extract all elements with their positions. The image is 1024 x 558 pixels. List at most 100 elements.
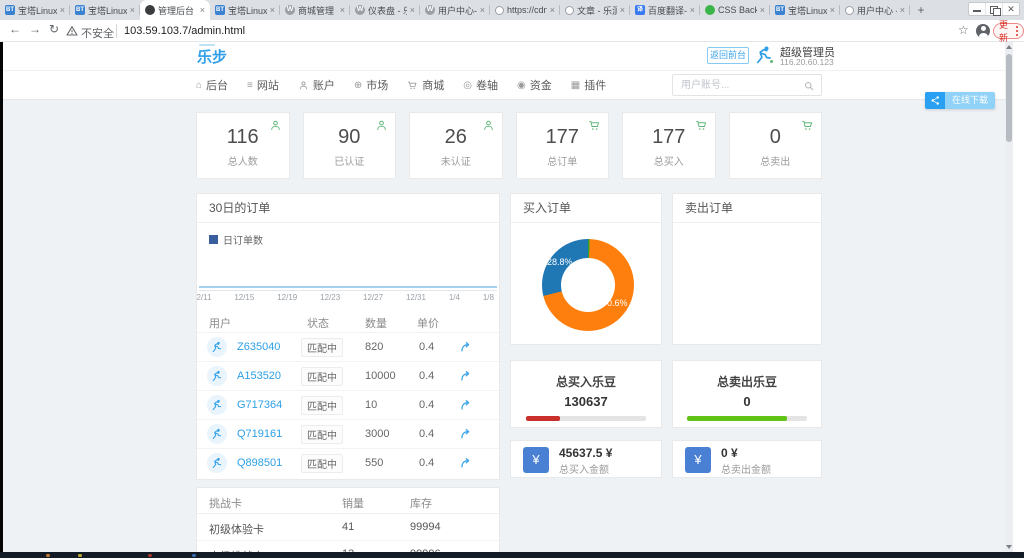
close-window-button[interactable]: ✕ <box>1003 3 1019 15</box>
tab-close-icon[interactable]: × <box>480 5 485 15</box>
nav-label: 市场 <box>366 80 389 92</box>
scrollbar-thumb[interactable] <box>1006 54 1012 142</box>
table-row[interactable]: Q898501 匹配中 550 0.4 <box>197 448 499 477</box>
site-header: 乐步 返回前台 超级管理员 116.20.60.123 <box>0 42 1013 70</box>
tab-close-icon[interactable]: × <box>690 5 695 15</box>
new-tab-button[interactable]: + <box>910 0 932 20</box>
minimize-button[interactable] <box>969 3 986 15</box>
user-icon <box>298 80 309 91</box>
wordpress-icon: W <box>285 5 295 15</box>
sell-amount-value: 0 ¥ <box>721 446 738 460</box>
tab-title: 宝塔Linux面 <box>788 5 827 16</box>
nav-item-market[interactable]: ⊕ 市场 <box>354 77 388 93</box>
nav-item-dashboard[interactable]: ⌂ 后台 <box>196 77 228 93</box>
table-row[interactable]: 初级体验卡 41 99994 <box>197 514 499 541</box>
table-row[interactable]: G717364 匹配中 10 0.4 <box>197 390 499 419</box>
update-label: 更新 <box>999 20 1009 43</box>
buy-orders-donut <box>542 239 634 331</box>
taskbar-icon <box>78 554 82 557</box>
bookmark-star-icon[interactable]: ☆ <box>958 23 969 37</box>
user-link[interactable]: G717364 <box>237 399 282 411</box>
tab-close-icon[interactable]: × <box>620 5 625 15</box>
browser-tab[interactable]: BT宝塔Linux面× <box>70 0 140 20</box>
sell-beans-title: 总卖出乐豆 <box>716 375 777 389</box>
user-link[interactable]: Q719161 <box>237 428 282 440</box>
table-row[interactable]: Q719161 匹配中 3000 0.4 <box>197 419 499 448</box>
nav-label: 网站 <box>256 80 279 92</box>
user-link[interactable]: Z635040 <box>237 341 280 353</box>
price-cell: 0.4 <box>419 457 435 469</box>
jump-arrow-icon[interactable] <box>459 398 473 412</box>
tab-close-icon[interactable]: × <box>200 5 205 15</box>
tab-close-icon[interactable]: × <box>270 5 275 15</box>
back-to-front-button[interactable]: 返回前台 <box>707 47 749 64</box>
download-float-button[interactable]: 在线下载 <box>925 92 996 109</box>
browser-tab[interactable]: BT宝塔Linux面× <box>210 0 280 20</box>
x-tick: 12/19 <box>277 293 298 302</box>
nav-item-website[interactable]: ≡ 网站 <box>247 77 279 93</box>
jump-arrow-icon[interactable] <box>459 427 473 441</box>
chart-legend[interactable]: 日订单数 <box>209 232 263 247</box>
buy-beans-card: 总买入乐豆 130637 <box>510 360 662 428</box>
restore-button[interactable] <box>986 3 1003 16</box>
browser-tab[interactable]: W用户中心-乐× <box>420 0 490 20</box>
jump-arrow-icon[interactable] <box>459 369 473 383</box>
browser-tab[interactable]: 用户中心 - 乐× <box>840 0 910 20</box>
browser-tab[interactable]: 译百度翻译-20× <box>630 0 700 20</box>
jump-arrow-icon[interactable] <box>459 456 473 470</box>
browser-tab[interactable]: BT宝塔Linux面× <box>0 0 70 20</box>
site-logo[interactable]: 乐步 <box>197 44 227 67</box>
tab-close-icon[interactable]: × <box>410 5 415 15</box>
nav-item-scroll[interactable]: ◎ 卷轴 <box>463 77 498 93</box>
stat-label: 已认证 <box>334 157 365 168</box>
reload-icon[interactable]: ↻ <box>49 22 59 36</box>
user-icon <box>482 119 495 132</box>
browser-tab[interactable]: 文章 - 乐测 × <box>560 0 630 20</box>
tab-close-icon[interactable]: × <box>830 5 835 15</box>
scroll-icon: ◎ <box>463 79 473 91</box>
url-text[interactable]: 103.59.103.7/admin.html <box>124 25 245 37</box>
status-badge: 匹配中 <box>301 338 343 357</box>
tab-close-icon[interactable]: × <box>900 5 905 15</box>
browser-tab-active[interactable]: 管理后台 × <box>140 0 210 20</box>
table-row[interactable]: A153520 匹配中 10000 0.4 <box>197 361 499 390</box>
browser-tab[interactable]: W仪表盘 - 乐× <box>350 0 420 20</box>
browser-profile-avatar[interactable] <box>976 24 990 38</box>
scroll-up-arrow-icon[interactable] <box>1006 45 1012 49</box>
table-row[interactable]: Z635040 匹配中 820 0.4 <box>197 332 499 361</box>
home-icon: ⌂ <box>196 79 203 91</box>
tab-title: 宝塔Linux面 <box>18 5 57 16</box>
stat-label: 未认证 <box>440 157 471 168</box>
nav-item-funds[interactable]: ◉ 资金 <box>517 77 552 93</box>
nav-item-mall[interactable]: 商城 <box>407 77 444 93</box>
browser-tab[interactable]: CSS Backgr...× <box>700 0 770 20</box>
tab-close-icon[interactable]: × <box>340 5 345 15</box>
tab-close-icon[interactable]: × <box>60 5 65 15</box>
tab-close-icon[interactable]: × <box>550 5 555 15</box>
plugin-icon: ▦ <box>570 79 581 91</box>
search-input[interactable] <box>681 76 796 94</box>
search-icon[interactable] <box>803 80 815 92</box>
tab-close-icon[interactable]: × <box>130 5 135 15</box>
forward-icon[interactable]: → <box>29 22 41 36</box>
buy-amount-value: 45637.5 ¥ <box>559 446 613 460</box>
browser-tab[interactable]: https://cdn...× <box>490 0 560 20</box>
user-link[interactable]: A153520 <box>237 370 281 382</box>
user-link[interactable]: Q898501 <box>237 457 282 469</box>
browser-menu-icon[interactable] <box>1016 26 1018 36</box>
scroll-down-arrow-icon[interactable] <box>1006 545 1012 549</box>
browser-tab[interactable]: W商城管理 - 3× <box>280 0 350 20</box>
browser-update-button[interactable]: 更新 <box>993 20 1024 43</box>
jump-arrow-icon[interactable] <box>459 340 473 354</box>
browser-tab[interactable]: BT宝塔Linux面× <box>770 0 840 20</box>
admin-avatar[interactable] <box>754 45 774 65</box>
not-secure-warning-icon[interactable] <box>66 25 78 37</box>
back-icon[interactable]: ← <box>9 22 21 36</box>
page-scrollbar[interactable] <box>1005 42 1013 552</box>
nav-item-plugins[interactable]: ▦ 插件 <box>571 77 606 93</box>
user-search-box[interactable] <box>672 74 822 96</box>
css-icon <box>705 5 715 15</box>
donut-label-orange: 70.6% <box>602 298 628 308</box>
nav-item-accounts[interactable]: 账户 <box>298 77 335 93</box>
tab-close-icon[interactable]: × <box>760 5 765 15</box>
